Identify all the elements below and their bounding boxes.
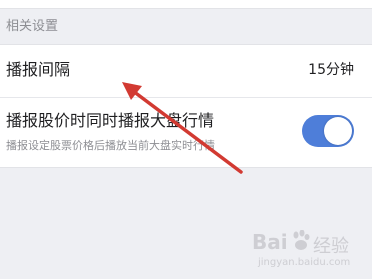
- broadcast-interval-row[interactable]: 播报间隔 15分钟: [0, 45, 372, 97]
- market-broadcast-title: 播报股价时同时播报大盘行情: [6, 111, 215, 130]
- top-strip: [0, 0, 372, 9]
- broadcast-interval-value: 15分钟: [308, 62, 354, 78]
- section-header: 相关设置: [0, 9, 372, 44]
- toggle-knob: [324, 117, 352, 145]
- paw-logo-icon: [293, 230, 310, 250]
- broadcast-interval-title: 播报间隔: [6, 60, 71, 79]
- watermark-url: jingyan.baidu.com: [258, 257, 351, 268]
- market-broadcast-row: 播报股价时同时播报大盘行情 播报设定股票价格后播放当前大盘实时行情: [0, 98, 372, 168]
- market-broadcast-toggle[interactable]: [302, 115, 354, 147]
- settings-card: 播报间隔 15分钟 播报股价时同时播报大盘行情 播报设定股票价格后播放当前大盘实…: [0, 44, 372, 168]
- watermark-suffix: 经验: [313, 236, 349, 257]
- watermark-brand: Bai: [252, 230, 288, 254]
- market-broadcast-subtitle: 播报设定股票价格后播放当前大盘实时行情: [6, 139, 215, 152]
- section-label: 相关设置: [6, 19, 59, 34]
